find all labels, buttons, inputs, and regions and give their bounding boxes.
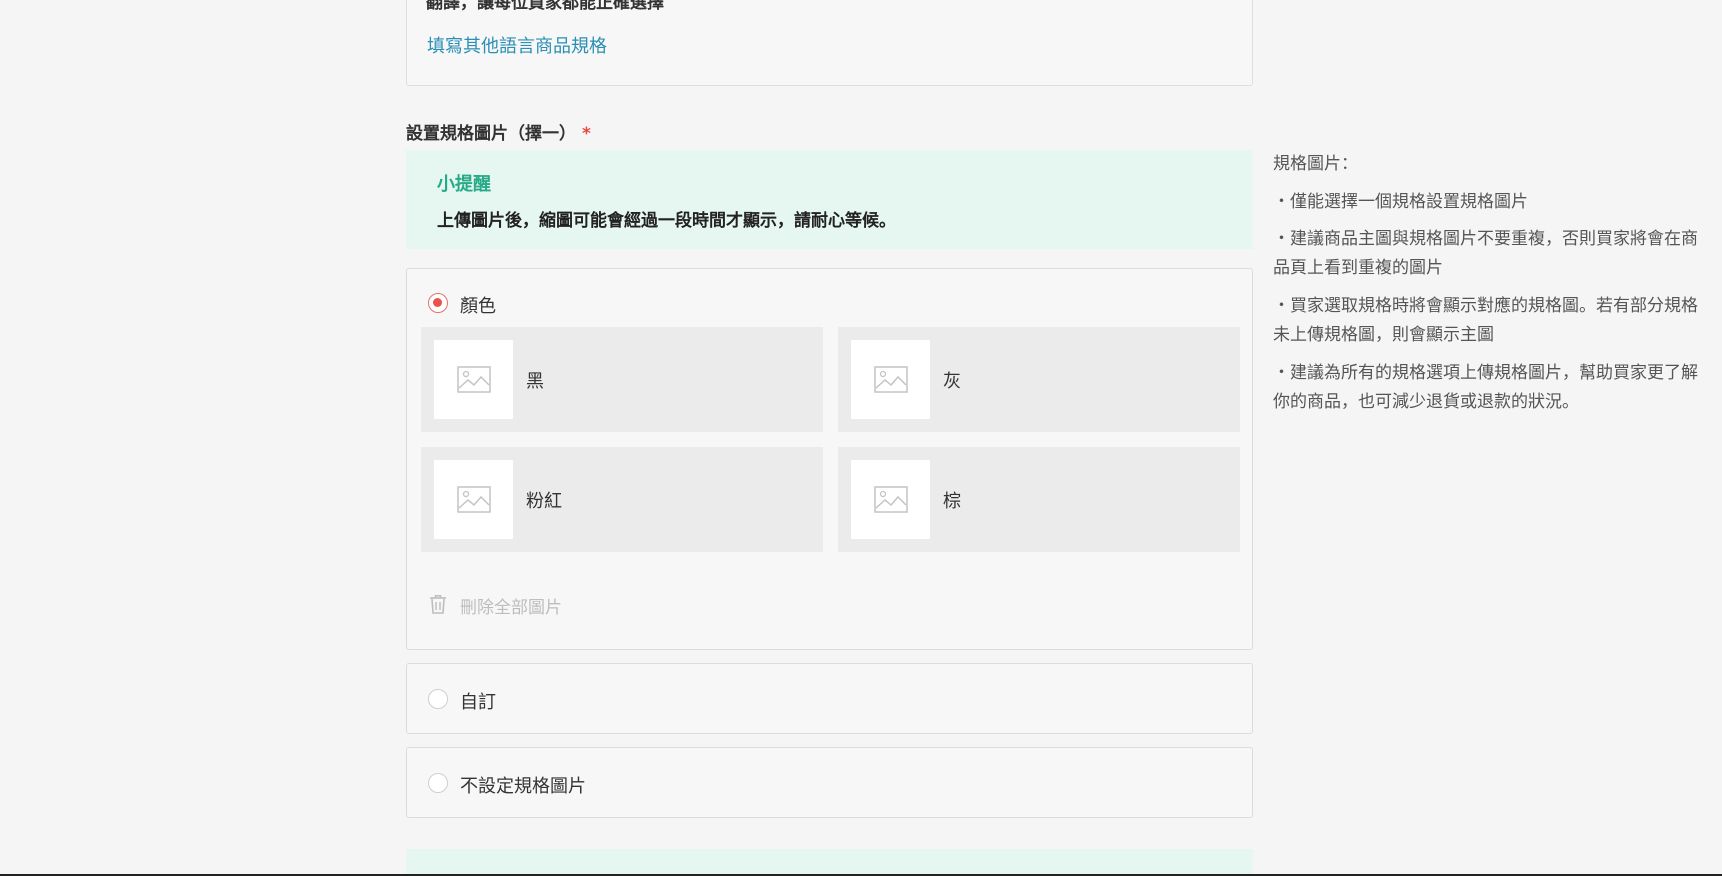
required-mark: * bbox=[582, 124, 591, 144]
upload-thumb[interactable] bbox=[851, 460, 930, 539]
side-help-item-text: 建議為所有的規格選項上傳規格圖片，幫助買家更了解你的商品，也可減少退貨或退款的狀… bbox=[1273, 363, 1698, 412]
image-placeholder-icon bbox=[874, 486, 908, 513]
variant-label: 粉紅 bbox=[526, 491, 562, 512]
variant-tile-brown[interactable]: 棕 bbox=[838, 447, 1240, 552]
variant-label: 棕 bbox=[943, 491, 961, 512]
variant-label: 黑 bbox=[526, 371, 544, 392]
delete-all-label: 刪除全部圖片 bbox=[460, 598, 562, 618]
section-title-text: 設置規格圖片（擇一） bbox=[406, 124, 576, 144]
upload-thumb[interactable] bbox=[434, 340, 513, 419]
upload-thumb[interactable] bbox=[851, 340, 930, 419]
tip-box bbox=[406, 150, 1253, 249]
translation-hint-text: 翻譯，讓每位買家都能正確選擇 bbox=[426, 0, 664, 13]
no-image-option-label[interactable]: 不設定規格圖片 bbox=[460, 772, 586, 798]
color-option-label[interactable]: 顏色 bbox=[460, 292, 496, 318]
image-placeholder-icon bbox=[457, 486, 491, 513]
image-placeholder-icon bbox=[874, 366, 908, 393]
color-radio[interactable] bbox=[428, 293, 448, 313]
side-help-item: ・建議商品主圖與規格圖片不要重複，否則買家將會在商品頁上看到重複的圖片 bbox=[1273, 229, 1698, 278]
option-card-custom bbox=[406, 663, 1253, 734]
side-help-title: 規格圖片： bbox=[1273, 154, 1358, 174]
variant-label: 灰 bbox=[943, 371, 961, 392]
next-tip-box bbox=[406, 849, 1253, 876]
tip-title: 小提醒 bbox=[437, 174, 491, 195]
image-placeholder-icon bbox=[457, 366, 491, 393]
side-help-item-text: 買家選取規格時將會顯示對應的規格圖。若有部分規格未上傳規格圖，則會顯示主圖 bbox=[1273, 296, 1698, 345]
variant-tile-pink[interactable]: 粉紅 bbox=[421, 447, 823, 552]
variant-tile-gray[interactable]: 灰 bbox=[838, 327, 1240, 432]
side-help-item-text: 建議商品主圖與規格圖片不要重複，否則買家將會在商品頁上看到重複的圖片 bbox=[1273, 229, 1698, 278]
custom-option-label[interactable]: 自訂 bbox=[460, 688, 496, 714]
fill-other-language-spec-link[interactable]: 填寫其他語言商品規格 bbox=[427, 32, 607, 58]
variant-tile-black[interactable]: 黑 bbox=[421, 327, 823, 432]
trash-icon bbox=[430, 595, 446, 614]
upload-thumb[interactable] bbox=[434, 460, 513, 539]
tip-text: 上傳圖片後，縮圖可能會經過一段時間才顯示，請耐心等候。 bbox=[437, 211, 896, 231]
side-help-item: ・建議為所有的規格選項上傳規格圖片，幫助買家更了解你的商品，也可減少退貨或退款的… bbox=[1273, 363, 1698, 412]
custom-radio[interactable] bbox=[428, 689, 448, 709]
section-title: 設置規格圖片（擇一） * bbox=[406, 119, 591, 144]
no-image-radio[interactable] bbox=[428, 773, 448, 793]
side-help-item-text: 僅能選擇一個規格設置規格圖片 bbox=[1290, 192, 1528, 212]
side-help-item: ・買家選取規格時將會顯示對應的規格圖。若有部分規格未上傳規格圖，則會顯示主圖 bbox=[1273, 296, 1698, 345]
side-help-item: ・僅能選擇一個規格設置規格圖片 bbox=[1273, 192, 1528, 212]
